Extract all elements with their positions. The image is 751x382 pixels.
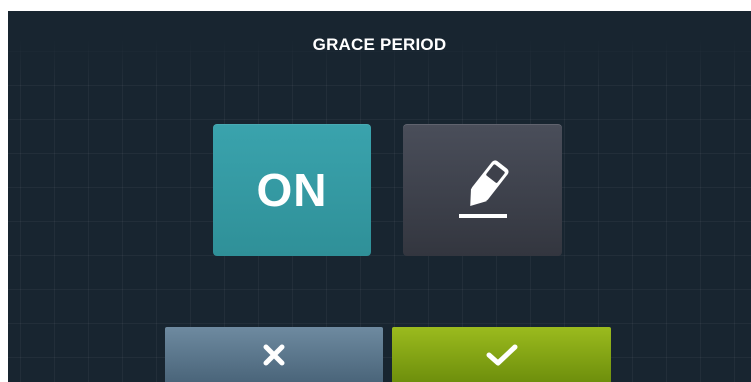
page-title: GRACE PERIOD xyxy=(312,35,447,54)
close-x-icon xyxy=(263,344,285,365)
grace-period-value-toggle[interactable]: ON xyxy=(213,124,371,256)
checkmark-icon xyxy=(486,344,517,365)
cancel-button[interactable] xyxy=(165,327,383,382)
edit-pencil-icon xyxy=(458,160,509,218)
confirm-button[interactable] xyxy=(392,327,611,382)
value-label: ON xyxy=(256,164,328,216)
edit-button[interactable] xyxy=(403,124,562,256)
grace-period-screen: GRACE PERIOD ON xyxy=(8,11,751,382)
